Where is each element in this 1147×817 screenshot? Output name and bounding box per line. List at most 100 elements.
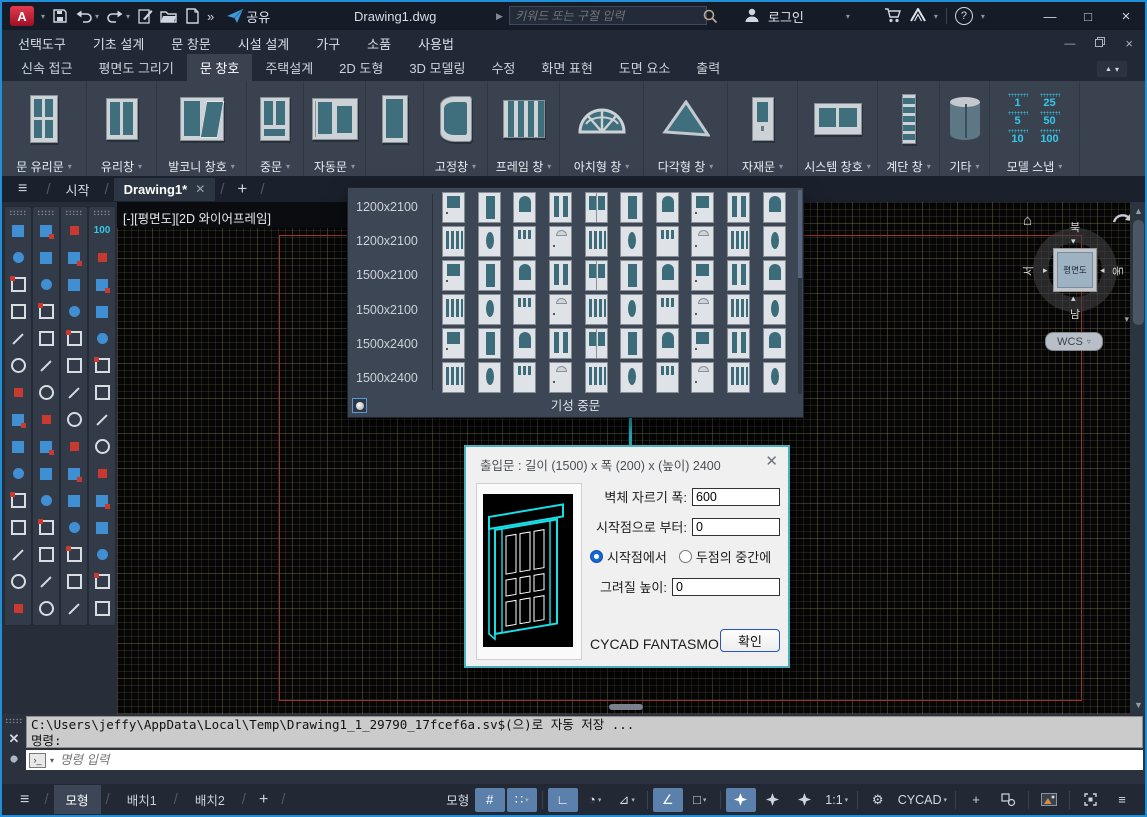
tool-icon[interactable] (34, 433, 58, 460)
layout-tab[interactable]: 모형 (54, 785, 101, 814)
door-style-thumbnail[interactable] (472, 361, 508, 395)
tool-icon[interactable] (6, 595, 30, 622)
tool-icon[interactable] (6, 244, 30, 271)
tool-icon[interactable] (90, 487, 114, 514)
help-caret-icon[interactable]: ▾ (981, 12, 985, 21)
doc-restore-button[interactable] (1095, 37, 1105, 50)
tool-icon[interactable] (62, 352, 86, 379)
gallery-scrollbar[interactable] (798, 190, 802, 394)
command-history[interactable]: C:\Users\jeffy\AppData\Local\Temp\Drawin… (26, 716, 1143, 748)
doc-close-button[interactable]: × (1125, 36, 1133, 51)
tool-icon[interactable] (62, 244, 86, 271)
door-style-thumbnail[interactable] (650, 258, 686, 292)
menu-item[interactable]: 시설 설계 (238, 34, 289, 53)
viewport-controls[interactable]: [-][평면도][2D 와이어프레임] (123, 208, 271, 227)
door-style-thumbnail[interactable] (436, 190, 472, 224)
ribbon-item-auto-door[interactable]: 자동문▾ (304, 81, 366, 176)
door-style-thumbnail[interactable] (614, 224, 650, 258)
tool-icon[interactable] (34, 406, 58, 433)
door-style-thumbnail[interactable] (685, 258, 721, 292)
door-style-thumbnail[interactable] (756, 224, 792, 258)
door-style-thumbnail[interactable] (578, 327, 614, 361)
search-icon[interactable] (702, 8, 718, 29)
ribbon-item-frame-window[interactable]: 프레임 창▾ (488, 81, 560, 176)
annotation-scale-icon[interactable] (790, 788, 820, 812)
maximize-button[interactable]: □ (1069, 2, 1107, 30)
tool-icon[interactable] (34, 271, 58, 298)
door-style-thumbnail[interactable] (650, 293, 686, 327)
ribbon-item-balcony-window[interactable]: 발코니 창호▾ (157, 81, 247, 176)
ribbon-item-arch-window[interactable]: 아치형 창▾ (560, 81, 644, 176)
dialog-close-icon[interactable]: ✕ (765, 452, 778, 470)
scroll-down-icon[interactable]: ▼ (1130, 700, 1147, 710)
menu-item[interactable]: 기초 설계 (93, 34, 144, 53)
door-style-thumbnail[interactable] (614, 258, 650, 292)
app-menu-caret-icon[interactable]: ▾ (41, 12, 45, 21)
ribbon-item-system-window[interactable]: 시스템 창호▾ (798, 81, 878, 176)
radio-midpoint[interactable] (679, 550, 692, 563)
door-style-thumbnail[interactable] (650, 190, 686, 224)
command-grip[interactable] (5, 718, 23, 723)
tool-icon[interactable] (34, 460, 58, 487)
door-style-thumbnail[interactable] (436, 293, 472, 327)
app-logo[interactable]: A (10, 6, 34, 26)
tool-icon[interactable] (90, 595, 114, 622)
door-style-thumbnail[interactable] (543, 190, 579, 224)
ribbon-item-model-snap[interactable]: 12555010100 모델 스냅▾ (990, 81, 1080, 176)
from-start-input[interactable] (692, 518, 780, 536)
tool-icon[interactable] (62, 379, 86, 406)
door-style-thumbnail[interactable] (436, 224, 472, 258)
door-style-thumbnail[interactable] (685, 327, 721, 361)
menu-item[interactable]: 소품 (367, 34, 391, 53)
radio-from-start[interactable] (590, 550, 603, 563)
toolbar-grip[interactable] (9, 210, 27, 215)
door-style-thumbnail[interactable] (721, 224, 757, 258)
annotation-autoscale[interactable] (758, 788, 788, 812)
snap-mode[interactable]: ∷▾ (507, 788, 537, 812)
door-style-thumbnail[interactable] (756, 190, 792, 224)
minimize-button[interactable]: — (1031, 2, 1069, 30)
ribbon-tab[interactable]: 출력 (683, 54, 733, 81)
viewcube-north[interactable]: 북 (1015, 219, 1130, 235)
share-button[interactable]: 공유 (227, 7, 270, 26)
toolbar-grip[interactable] (93, 210, 111, 215)
tool-icon[interactable] (62, 595, 86, 622)
file-tab-menu-icon[interactable]: ≡ (18, 180, 27, 198)
ribbon-item-fixed-window[interactable]: 고정창▾ (424, 81, 488, 176)
tool-icon[interactable] (62, 541, 86, 568)
ribbon-tab[interactable]: 평면도 그리기 (85, 54, 186, 81)
menu-item[interactable]: 문 창문 (171, 34, 211, 53)
close-button[interactable]: × (1107, 2, 1145, 30)
new-tab-button[interactable]: + (229, 179, 255, 199)
door-style-thumbnail[interactable] (685, 361, 721, 395)
model-space-toggle[interactable]: 모형 (443, 788, 473, 812)
door-style-thumbnail[interactable] (543, 293, 579, 327)
radio-from-start-label[interactable]: 시작점에서 (607, 547, 667, 566)
undo-button[interactable]: ▾ (75, 10, 99, 23)
tool-icon[interactable] (6, 325, 30, 352)
ribbon-item-glass-window[interactable]: 유리창▾ (87, 81, 157, 176)
tool-icon[interactable] (90, 541, 114, 568)
tool-icon[interactable] (34, 298, 58, 325)
file-tab[interactable]: Drawing1*✕ (114, 178, 216, 201)
user-icon[interactable] (744, 7, 760, 26)
tool-icon[interactable] (6, 514, 30, 541)
annotation-scale[interactable]: 1:1▾ (822, 788, 852, 812)
viewcube-west[interactable]: 서 (1020, 266, 1036, 276)
grid-display[interactable]: # (475, 788, 505, 812)
polar-tracking[interactable]: ◔▾ (580, 788, 610, 812)
doc-minimize-button[interactable]: — (1064, 38, 1075, 50)
wall-cut-width-input[interactable] (692, 488, 780, 506)
tool-icon[interactable] (62, 217, 86, 244)
tool-icon[interactable] (34, 352, 58, 379)
viewcube-face[interactable]: 평면도 (1053, 248, 1097, 292)
tool-icon[interactable] (62, 433, 86, 460)
tool-icon[interactable] (34, 325, 58, 352)
new-file-button[interactable] (185, 8, 200, 24)
command-wrench-icon[interactable] (7, 755, 22, 770)
door-style-thumbnail[interactable] (756, 361, 792, 395)
door-style-thumbnail[interactable] (578, 224, 614, 258)
tool-icon[interactable] (62, 487, 86, 514)
door-style-thumbnail[interactable] (507, 361, 543, 395)
tab-close-icon[interactable]: ✕ (195, 182, 205, 196)
